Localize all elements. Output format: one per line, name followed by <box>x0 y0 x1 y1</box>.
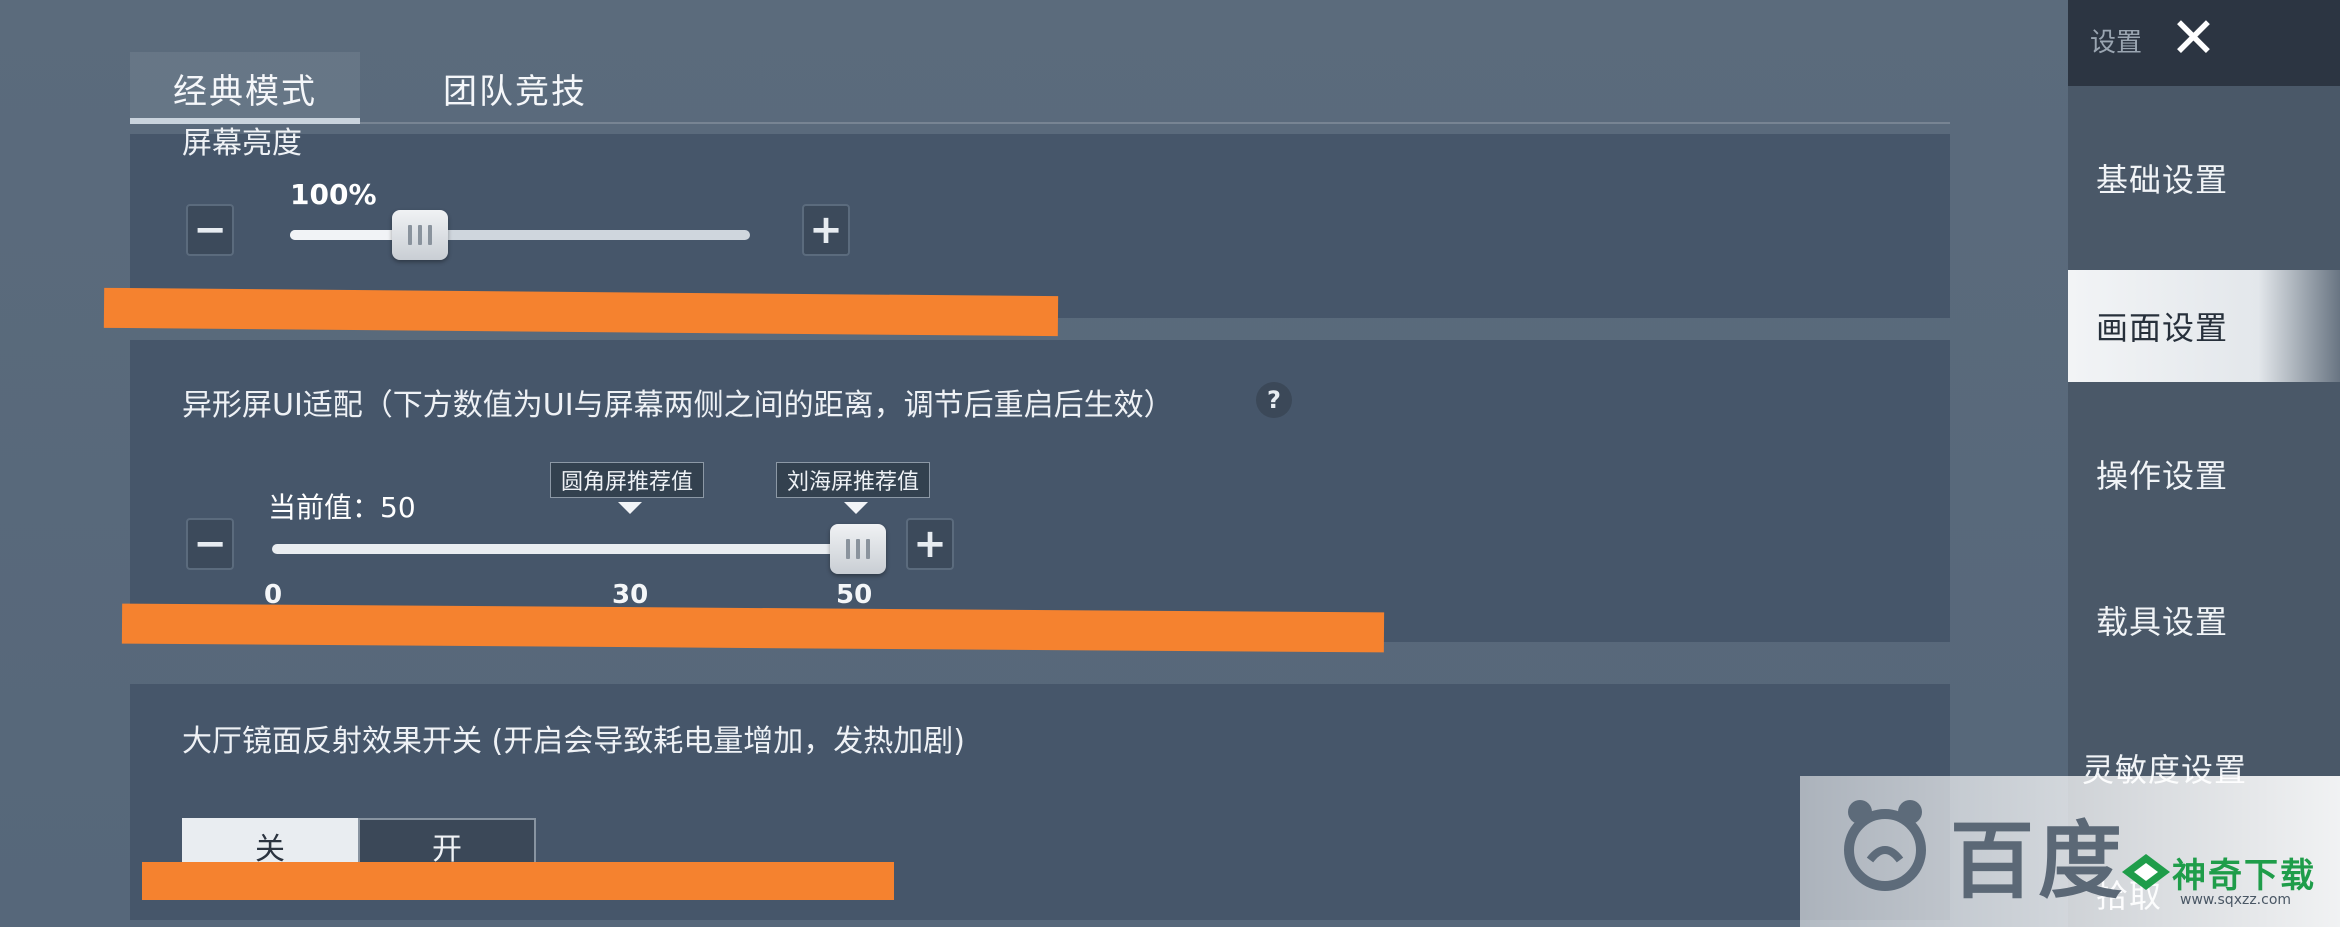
notch-decrease-button[interactable]: − <box>186 518 234 570</box>
brightness-slider-thumb[interactable] <box>392 210 448 260</box>
site-logo-icon <box>2122 854 2170 890</box>
site-name: 神奇下载 <box>2172 856 2316 896</box>
brightness-title: 屏幕亮度 <box>182 126 302 161</box>
sidebar-item-controls[interactable]: 操作设置 <box>2068 418 2340 530</box>
tick-label-30: 30 <box>612 580 649 610</box>
sidebar-item-vehicle[interactable]: 载具设置 <box>2068 564 2340 676</box>
notch-screen-marker <box>844 502 868 514</box>
site-url: www.sqxzz.com <box>2180 892 2292 908</box>
rounded-screen-marker <box>618 502 642 514</box>
notch-adaptation-title: 异形屏UI适配（下方数值为UI与屏幕两侧之间的距离，调节后重启后生效） <box>182 388 1174 423</box>
sidebar-title: 设置 <box>2090 28 2143 58</box>
notch-slider-track[interactable] <box>272 544 872 554</box>
redaction-bar-1 <box>103 287 1059 337</box>
tab-baseline <box>130 122 1950 124</box>
tick-label-50: 50 <box>836 580 873 610</box>
sidebar-item-basic[interactable]: 基础设置 <box>2068 122 2340 234</box>
rounded-screen-recommended-callout: 圆角屏推荐值 <box>550 462 705 498</box>
baidu-paw-icon <box>1844 800 1926 891</box>
baidu-watermark-text: 百度 <box>1950 812 2127 910</box>
watermark-overlay: 百度 神奇下载 www.sqxzz.com <box>1800 776 2340 927</box>
notch-screen-recommended-callout: 刘海屏推荐值 <box>776 462 931 498</box>
notch-current-value: 当前值：50 <box>268 491 416 524</box>
reflection-toggle-title: 大厅镜面反射效果开关 (开启会导致耗电量增加，发热加剧) <box>182 724 965 759</box>
notch-slider-thumb[interactable] <box>830 524 886 574</box>
sidebar-header: 设置 ✕ <box>2068 0 2340 86</box>
notch-adaptation-panel: 异形屏UI适配（下方数值为UI与屏幕两侧之间的距离，调节后重启后生效） ? 圆角… <box>130 340 1950 642</box>
brightness-value: 100% <box>290 178 377 211</box>
redaction-bar-2 <box>121 603 1385 653</box>
close-icon[interactable]: ✕ <box>2170 6 2217 71</box>
notch-increase-button[interactable]: + <box>906 518 954 570</box>
help-icon[interactable]: ? <box>1256 382 1292 418</box>
tab-classic-mode[interactable]: 经典模式 <box>130 52 360 124</box>
sidebar-item-graphics[interactable]: 画面设置 <box>2068 270 2340 382</box>
tab-team-deathmatch[interactable]: 团队竞技 <box>400 52 630 124</box>
redaction-bar-3 <box>142 862 894 900</box>
brightness-increase-button[interactable]: + <box>802 204 850 256</box>
brightness-decrease-button[interactable]: − <box>186 204 234 256</box>
